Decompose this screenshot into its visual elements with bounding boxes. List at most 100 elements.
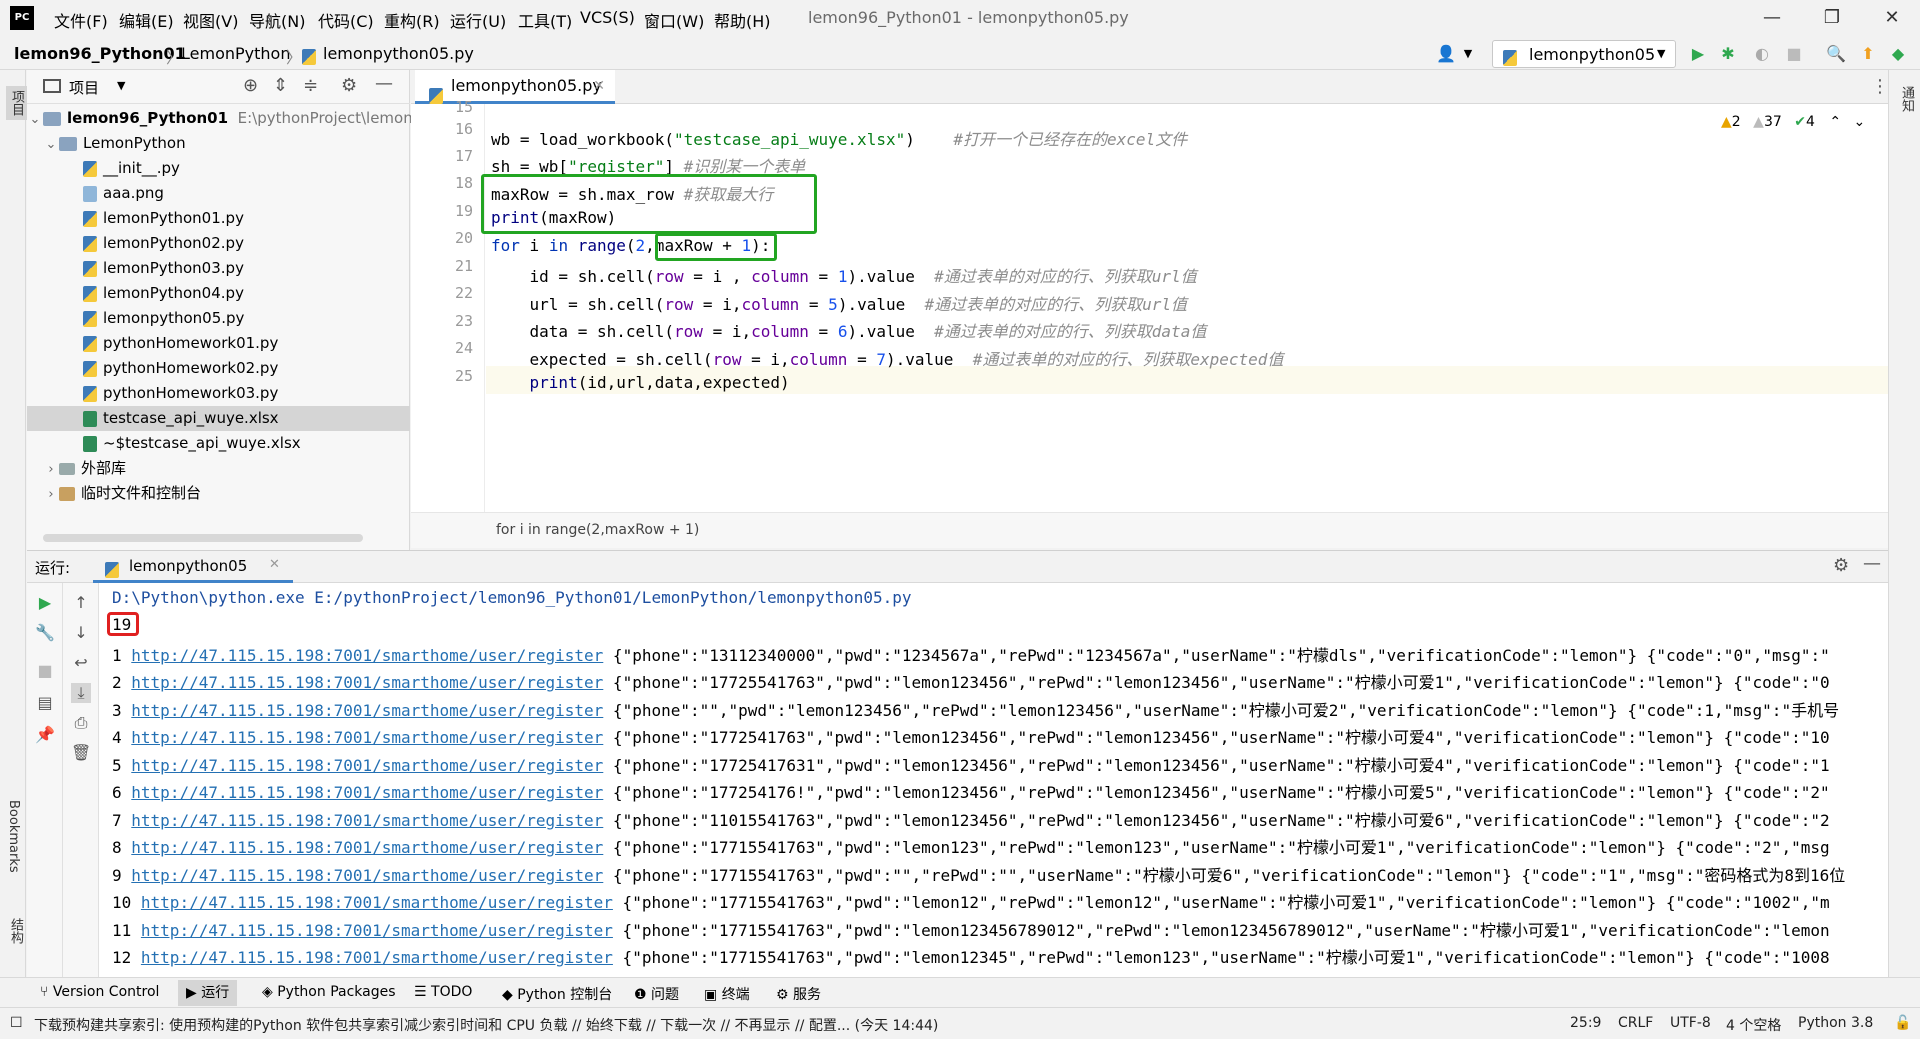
update-icon[interactable]: ⬆	[1858, 44, 1878, 64]
status-message[interactable]: 下载预构建共享索引: 使用预构建的Python 软件包共享索引减少索引时间和 C…	[34, 1015, 1534, 1035]
project-panel-title[interactable]: 项目	[69, 77, 99, 98]
bookmarks-tool-button[interactable]: Bookmarks	[6, 800, 21, 873]
gear-icon[interactable]: ⚙	[341, 75, 357, 96]
breadcrumb-folder[interactable]: LemonPython	[181, 44, 290, 63]
tree-item-file[interactable]: __init__.py	[27, 156, 410, 181]
more-icon[interactable]: ⋮	[1871, 76, 1889, 97]
user-icon[interactable]: 👤	[1436, 44, 1456, 64]
code-line-16[interactable]: wb = load_workbook("testcase_api_wuye.xl…	[491, 126, 1187, 150]
hide-icon[interactable]: —	[1863, 553, 1881, 574]
collapse-all-icon[interactable]: ≑	[303, 75, 318, 96]
tab-python-console[interactable]: ◆ Python 控制台	[502, 984, 612, 1004]
wrench-icon[interactable]: 🔧	[35, 623, 55, 643]
horizontal-scrollbar[interactable]	[43, 534, 363, 542]
arrow-up-icon[interactable]: ↑	[71, 593, 91, 613]
scroll-to-end-icon[interactable]: ⤓	[71, 683, 91, 703]
tree-item-file[interactable]: pythonHomework01.py	[27, 331, 410, 356]
structure-tool-button[interactable]: 结构	[6, 918, 25, 944]
tab-terminal[interactable]: ▣ 终端	[704, 984, 750, 1004]
tree-item-file[interactable]: lemonPython03.py	[27, 256, 410, 281]
output-link[interactable]: http://47.115.15.198:7001/smarthome/user…	[131, 701, 603, 720]
pin-icon[interactable]: 📌	[35, 725, 55, 745]
tab-run[interactable]: ▶ 运行	[178, 980, 238, 1006]
maximize-icon[interactable]: ❐	[1812, 4, 1852, 32]
arrow-down-icon[interactable]: ↓	[71, 623, 91, 643]
menu-vcs[interactable]: VCS(S)	[580, 8, 635, 27]
tree-item-file[interactable]: aaa.png	[27, 181, 410, 206]
soft-wrap-icon[interactable]: ↩	[71, 653, 91, 673]
inspection-widget[interactable]: ▲2 ▲37 ✔4 ⌃ ⌄	[1721, 114, 1865, 130]
chevron-down-icon[interactable]: ⌄	[1854, 114, 1866, 130]
output-link[interactable]: http://47.115.15.198:7001/smarthome/user…	[141, 948, 613, 967]
menu-edit[interactable]: 编辑(E)	[119, 8, 174, 32]
output-link[interactable]: http://47.115.15.198:7001/smarthome/user…	[131, 728, 603, 747]
python-interpreter[interactable]: Python 3.8	[1798, 1015, 1873, 1031]
menu-run[interactable]: 运行(U)	[450, 8, 506, 32]
run-tab[interactable]: lemonpython05 ✕	[93, 551, 293, 583]
tree-item-file[interactable]: ~$testcase_api_wuye.xlsx	[27, 431, 410, 456]
tab-python-packages[interactable]: ◈ Python Packages	[262, 984, 396, 1000]
stop-icon[interactable]: ■	[35, 661, 55, 681]
print-icon[interactable]: ⎙	[71, 713, 91, 733]
layout-icon[interactable]: ▤	[35, 693, 55, 713]
output-link[interactable]: http://47.115.15.198:7001/smarthome/user…	[131, 783, 603, 802]
tab-services[interactable]: ⚙ 服务	[776, 984, 821, 1004]
tree-item-file[interactable]: lemonPython01.py	[27, 206, 410, 231]
tab-todo[interactable]: ☰ TODO	[414, 984, 472, 1000]
chevron-down-icon[interactable]: ▼	[117, 79, 125, 92]
chevron-down-icon[interactable]: ▼	[1458, 44, 1478, 64]
hide-icon[interactable]: —	[375, 73, 393, 94]
minimize-icon[interactable]: —	[1752, 4, 1792, 32]
menu-code[interactable]: 代码(C)	[318, 8, 374, 32]
tab-version-control[interactable]: ⑂ Version Control	[40, 984, 159, 1000]
code-line-21[interactable]: id = sh.cell(row = i , column = 1).value…	[491, 263, 1197, 287]
code-line-23[interactable]: data = sh.cell(row = i,column = 6).value…	[491, 318, 1207, 342]
tree-item-file[interactable]: pythonHomework02.py	[27, 356, 410, 381]
tab-problems[interactable]: ❶ 问题	[634, 984, 679, 1004]
menu-view[interactable]: 视图(V)	[183, 8, 238, 32]
close-tab-icon[interactable]: ✕	[269, 557, 280, 572]
code-line-22[interactable]: url = sh.cell(row = i,column = 5).value …	[491, 291, 1188, 315]
tree-item-file-selected[interactable]: testcase_api_wuye.xlsx	[27, 406, 410, 431]
tree-item-file[interactable]: pythonHomework03.py	[27, 381, 410, 406]
code-line-24[interactable]: expected = sh.cell(row = i,column = 7).v…	[491, 346, 1284, 370]
coverage-icon[interactable]: ◐	[1752, 44, 1772, 64]
tree-item-folder[interactable]: ⌄ LemonPython	[27, 131, 410, 156]
editor-breadcrumb[interactable]: for i in range(2,maxRow + 1)	[496, 522, 699, 538]
trash-icon[interactable]: 🗑	[71, 743, 91, 763]
project-tool-button[interactable]: 项目	[6, 86, 27, 120]
jetbrains-icon[interactable]: ◆	[1888, 44, 1908, 64]
code-line-25[interactable]: print(id,url,data,expected)	[491, 373, 790, 392]
close-tab-icon[interactable]: ✕	[593, 70, 605, 102]
tree-item-external-libraries[interactable]: › 外部库	[27, 456, 410, 481]
output-link[interactable]: http://47.115.15.198:7001/smarthome/user…	[131, 838, 603, 857]
output-link[interactable]: http://47.115.15.198:7001/smarthome/user…	[131, 866, 603, 885]
menu-help[interactable]: 帮助(H)	[714, 8, 771, 32]
menu-file[interactable]: 文件(F)	[54, 8, 108, 32]
line-separator[interactable]: CRLF	[1618, 1015, 1653, 1031]
tree-item-project-root[interactable]: ⌄ lemon96_Python01 E:\pythonProject\lemon…	[27, 106, 432, 131]
expand-all-icon[interactable]: ⇕	[273, 75, 288, 96]
rerun-icon[interactable]: ▶	[35, 593, 55, 613]
menu-navigate[interactable]: 导航(N)	[249, 8, 305, 32]
tree-item-file[interactable]: lemonPython04.py	[27, 281, 410, 306]
gear-icon[interactable]: ⚙	[1833, 555, 1849, 576]
lock-icon[interactable]: 🔓	[1894, 1015, 1911, 1031]
breadcrumb-file[interactable]: lemonpython05.py	[323, 44, 474, 63]
locate-icon[interactable]: ⊕	[243, 75, 258, 96]
run-configuration-select[interactable]: lemonpython05 ▼	[1492, 40, 1676, 68]
menu-window[interactable]: 窗口(W)	[644, 8, 704, 32]
indent-setting[interactable]: 4 个空格	[1726, 1015, 1781, 1035]
stop-icon[interactable]: ■	[1784, 44, 1804, 64]
search-icon[interactable]: 🔍	[1826, 44, 1846, 64]
close-icon[interactable]: ✕	[1872, 4, 1912, 32]
run-icon[interactable]: ▶	[1688, 44, 1708, 64]
notifications-tool-button[interactable]: 通知	[1897, 86, 1916, 112]
output-link[interactable]: http://47.115.15.198:7001/smarthome/user…	[131, 646, 603, 665]
output-link[interactable]: http://47.115.15.198:7001/smarthome/user…	[141, 921, 613, 940]
tree-item-file[interactable]: lemonpython05.py	[27, 306, 410, 331]
tree-item-scratches[interactable]: › 临时文件和控制台	[27, 481, 410, 506]
chevron-up-icon[interactable]: ⌃	[1829, 114, 1841, 130]
menu-refactor[interactable]: 重构(R)	[384, 8, 440, 32]
tree-item-file[interactable]: lemonPython02.py	[27, 231, 410, 256]
